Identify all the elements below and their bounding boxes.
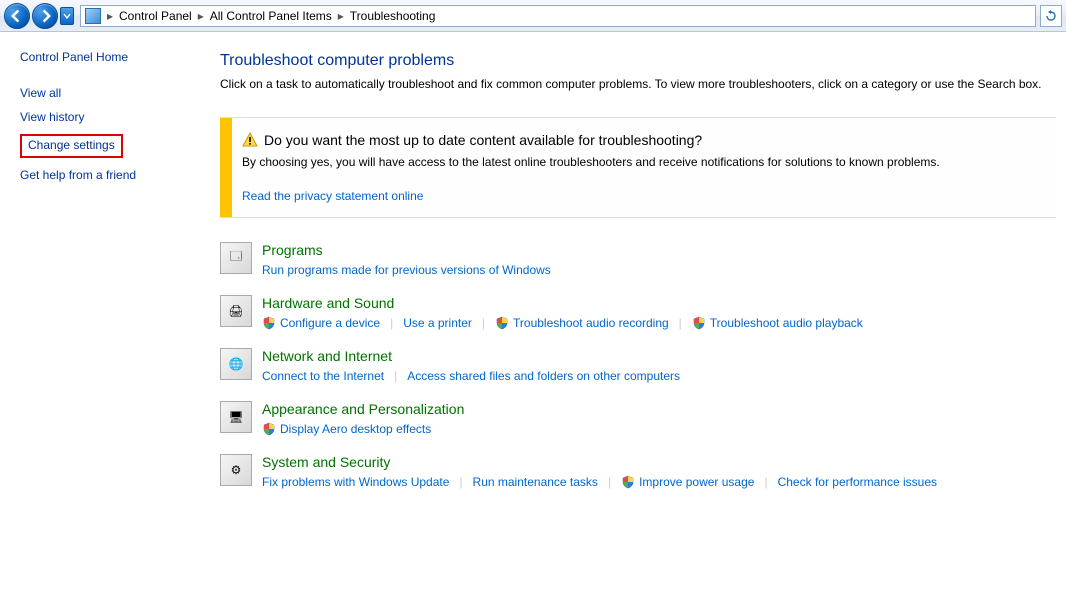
link-label: Run programs made for previous versions …: [262, 263, 551, 277]
category-body: Appearance and Personalization Display Ae…: [262, 401, 1056, 438]
sidebar-link-view-all[interactable]: View all: [20, 86, 61, 100]
category-title[interactable]: Network and Internet: [262, 348, 1056, 364]
chevron-right-icon[interactable]: ▸: [196, 9, 206, 23]
notice-body: Do you want the most up to date content …: [232, 118, 1056, 217]
troubleshooter-link[interactable]: Connect to the Internet: [262, 367, 384, 385]
arrow-right-icon: [38, 9, 52, 23]
troubleshooter-link[interactable]: Fix problems with Windows Update: [262, 473, 449, 491]
category-links: Connect to the Internet | Access shared fi…: [262, 367, 1056, 385]
link-label: Connect to the Internet: [262, 369, 384, 383]
link-label: Troubleshoot audio recording: [513, 316, 669, 330]
notice-description: By choosing yes, you will have access to…: [242, 154, 1040, 171]
nav-history-dropdown[interactable]: [60, 7, 74, 25]
forward-button[interactable]: [32, 3, 58, 29]
troubleshooter-link[interactable]: Use a printer: [403, 314, 472, 332]
breadcrumb-item[interactable]: Control Panel: [115, 6, 196, 26]
shield-icon: [262, 316, 276, 330]
chevron-down-icon: [63, 12, 71, 20]
sidebar-link-get-help[interactable]: Get help from a friend: [20, 168, 136, 182]
category-body: Programs Run programs made for previous v…: [262, 242, 1056, 279]
notice-question: Do you want the most up to date content …: [242, 132, 1040, 148]
category-icon: ⚙: [220, 454, 252, 486]
sidebar-link-change-settings[interactable]: Change settings: [20, 134, 123, 158]
category-title[interactable]: Hardware and Sound: [262, 295, 1056, 311]
troubleshooter-link[interactable]: Display Aero desktop effects: [262, 420, 431, 438]
category-icon: 🌐: [220, 348, 252, 380]
category-links: Fix problems with Windows Update | Run mai…: [262, 473, 1056, 491]
category-body: Hardware and Sound Configure a device | Use…: [262, 295, 1056, 332]
back-button[interactable]: [4, 3, 30, 29]
category-title[interactable]: System and Security: [262, 454, 1056, 470]
separator: |: [764, 475, 767, 489]
troubleshooter-link[interactable]: Access shared files and folders on other…: [407, 367, 680, 385]
category-icon: 🖥: [220, 401, 252, 433]
category-icon: 🗔: [220, 242, 252, 274]
category-icon: 🖨: [220, 295, 252, 327]
category-links: Configure a device | Use a printer | Trouble…: [262, 314, 1056, 332]
shield-icon: [692, 316, 706, 330]
breadcrumb[interactable]: ▸ Control Panel ▸ All Control Panel Item…: [80, 5, 1036, 27]
sidebar-link-view-history[interactable]: View history: [20, 110, 84, 124]
control-panel-icon: [85, 8, 101, 24]
refresh-button[interactable]: [1040, 5, 1062, 27]
arrow-left-icon: [10, 9, 24, 23]
category-links: Run programs made for previous versions …: [262, 261, 1056, 279]
link-label: Use a printer: [403, 316, 472, 330]
separator: |: [482, 316, 485, 330]
troubleshooter-link[interactable]: Check for performance issues: [778, 473, 937, 491]
breadcrumb-item[interactable]: Troubleshooting: [346, 6, 440, 26]
link-label: Fix problems with Windows Update: [262, 475, 449, 489]
link-label: Display Aero desktop effects: [280, 422, 431, 436]
link-label: Troubleshoot audio playback: [710, 316, 863, 330]
sidebar: Control Panel Home View all View history…: [0, 32, 210, 594]
categories-list: 🗔 Programs Run programs made for previous …: [220, 242, 1056, 491]
troubleshooter-link[interactable]: Improve power usage: [621, 473, 754, 491]
troubleshooter-link[interactable]: Troubleshoot audio playback: [692, 314, 863, 332]
content-area: Control Panel Home View all View history…: [0, 32, 1066, 594]
privacy-statement-link[interactable]: Read the privacy statement online: [242, 189, 423, 203]
separator: |: [679, 316, 682, 330]
shield-icon: [495, 316, 509, 330]
category: ⚙ System and Security Fix problems with Wi…: [220, 454, 1056, 491]
notice-question-text: Do you want the most up to date content …: [264, 132, 702, 148]
page-title: Troubleshoot computer problems: [220, 52, 1056, 70]
category-body: Network and Internet Connect to the Inter…: [262, 348, 1056, 385]
control-panel-home-link[interactable]: Control Panel Home: [20, 50, 200, 64]
navigation-bar: ▸ Control Panel ▸ All Control Panel Item…: [0, 0, 1066, 32]
category: 🖥 Appearance and Personalization Display A…: [220, 401, 1056, 438]
notice-box: Do you want the most up to date content …: [220, 117, 1056, 218]
breadcrumb-item[interactable]: All Control Panel Items: [206, 6, 336, 26]
category-links: Display Aero desktop effects: [262, 420, 1056, 438]
link-label: Configure a device: [280, 316, 380, 330]
category-body: System and Security Fix problems with Win…: [262, 454, 1056, 491]
troubleshooter-link[interactable]: Run programs made for previous versions …: [262, 261, 551, 279]
category-title[interactable]: Programs: [262, 242, 1056, 258]
separator: |: [394, 369, 397, 383]
warning-icon: [242, 132, 258, 148]
link-label: Run maintenance tasks: [473, 475, 598, 489]
link-label: Improve power usage: [639, 475, 754, 489]
troubleshooter-link[interactable]: Run maintenance tasks: [473, 473, 598, 491]
link-label: Check for performance issues: [778, 475, 937, 489]
chevron-right-icon[interactable]: ▸: [105, 9, 115, 23]
category: 🌐 Network and Internet Connect to the Inte…: [220, 348, 1056, 385]
separator: |: [608, 475, 611, 489]
category: 🗔 Programs Run programs made for previous …: [220, 242, 1056, 279]
refresh-icon: [1045, 10, 1057, 22]
troubleshooter-link[interactable]: Configure a device: [262, 314, 380, 332]
shield-icon: [621, 475, 635, 489]
category-title[interactable]: Appearance and Personalization: [262, 401, 1056, 417]
main-panel: Troubleshoot computer problems Click on …: [210, 32, 1066, 594]
separator: |: [390, 316, 393, 330]
troubleshooter-link[interactable]: Troubleshoot audio recording: [495, 314, 669, 332]
notice-accent-bar: [220, 118, 232, 217]
page-subtitle: Click on a task to automatically trouble…: [220, 76, 1056, 93]
separator: |: [459, 475, 462, 489]
link-label: Access shared files and folders on other…: [407, 369, 680, 383]
shield-icon: [262, 422, 276, 436]
category: 🖨 Hardware and Sound Configure a device | Us…: [220, 295, 1056, 332]
chevron-right-icon[interactable]: ▸: [336, 9, 346, 23]
